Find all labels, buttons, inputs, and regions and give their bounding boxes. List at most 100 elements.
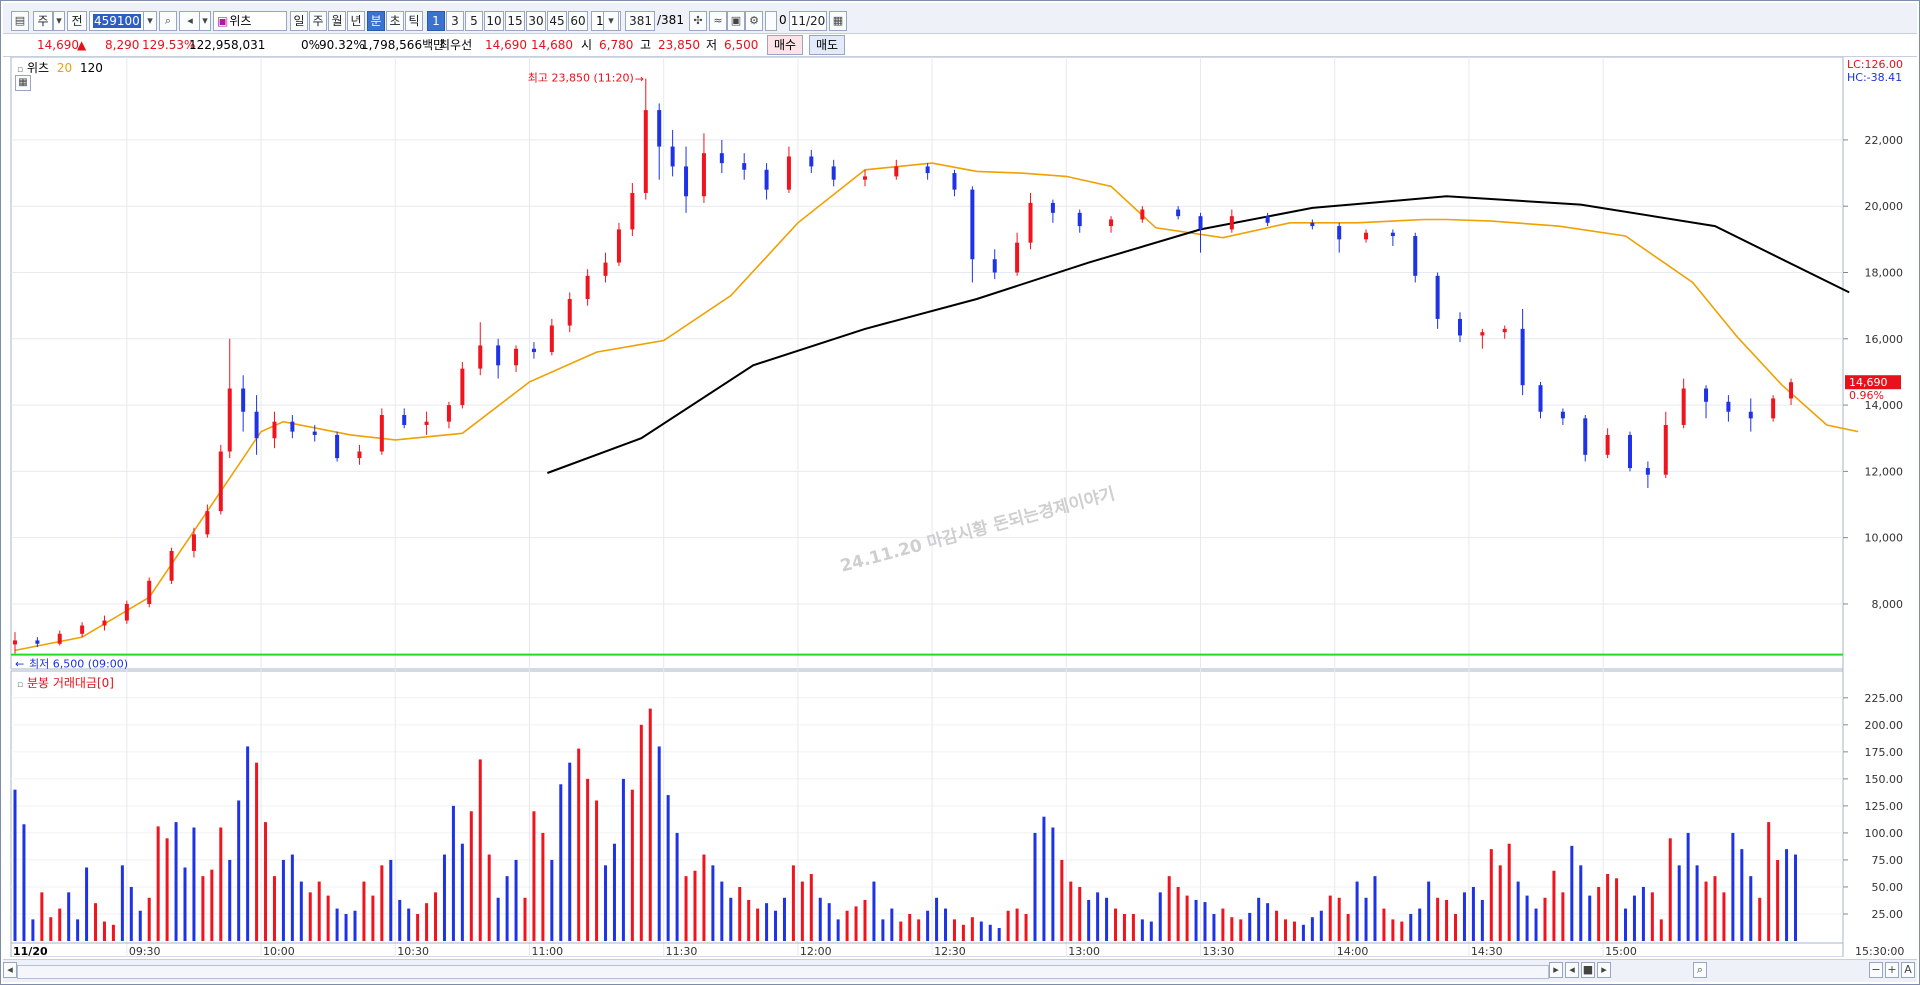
volume-bar: [1373, 876, 1377, 941]
stock-type-icon: ▣: [217, 14, 229, 28]
speaker-icon[interactable]: ◂: [179, 11, 201, 31]
volume-bar: [1543, 897, 1547, 941]
y-tick-label: 8,000: [1872, 598, 1904, 611]
volume-bar: [604, 865, 608, 941]
buy-button[interactable]: 매수: [767, 35, 804, 55]
candle-body: [1413, 236, 1418, 276]
volume-bar: [389, 859, 393, 941]
interval-15[interactable]: 15: [505, 11, 525, 31]
interval-1[interactable]: 1: [427, 11, 445, 31]
candle-body: [1538, 385, 1543, 412]
chevron-down-icon[interactable]: ▾: [143, 11, 157, 31]
candle-body: [1663, 424, 1668, 475]
candle-body: [147, 580, 152, 604]
candle-body: [831, 166, 836, 180]
all-button[interactable]: 전: [67, 11, 87, 31]
count-total: /381: [657, 13, 684, 27]
volume-bar: [1176, 886, 1180, 941]
lc-label: LC:126.00: [1847, 58, 1904, 71]
volume-bar: [299, 881, 303, 941]
chevron-down-icon[interactable]: ▾: [603, 11, 619, 31]
zoom-out-icon[interactable]: −: [1869, 962, 1883, 978]
volume-y-tick-label: 100.00: [1865, 827, 1904, 840]
volume-bar: [1087, 899, 1091, 941]
save-icon[interactable]: ▣: [727, 11, 745, 31]
volume-bar: [1051, 827, 1055, 941]
volume-bar: [1078, 886, 1082, 941]
volume-y-tick-label: 175.00: [1865, 746, 1904, 759]
checkbox[interactable]: [765, 11, 777, 31]
period-second[interactable]: 초: [386, 11, 404, 31]
scroll-left-icon[interactable]: ◂: [3, 962, 17, 978]
volume-bar: [872, 881, 876, 941]
gear-icon[interactable]: ⚙: [745, 11, 763, 31]
compare-icon[interactable]: ≈: [709, 11, 727, 31]
period-tick[interactable]: 틱: [405, 11, 423, 31]
volume-bar: [997, 928, 1001, 941]
volume-bar: [586, 778, 590, 941]
legend-ma120: 120: [79, 61, 103, 75]
layout-icon[interactable]: ▤: [11, 11, 29, 31]
horizontal-scrollbar[interactable]: [17, 965, 1549, 979]
toolbar: ▤ 주 ▾ 전 459100 ▾ ⌕ ◂ ▾ ▣위츠 일 주 월 년 분 초 틱…: [3, 3, 1917, 34]
volume-bar: [94, 903, 98, 941]
volume-bar: [1122, 913, 1126, 941]
interval-30[interactable]: 30: [526, 11, 546, 31]
stop-icon[interactable]: ■: [1581, 962, 1595, 978]
zoom-icon[interactable]: ⌕: [1693, 962, 1707, 978]
crosshair-icon[interactable]: ✣: [689, 11, 707, 31]
forward-icon[interactable]: ▸: [1597, 962, 1611, 978]
period-minute[interactable]: 분: [367, 11, 385, 31]
period-week[interactable]: 주: [309, 11, 327, 31]
volume-bar: [1221, 908, 1225, 941]
grid-icon[interactable]: ▦: [15, 75, 31, 91]
volume-bar: [425, 903, 429, 941]
x-tick-label: 10:30: [397, 945, 429, 957]
volume-bar: [469, 811, 473, 941]
period-month[interactable]: 월: [328, 11, 346, 31]
y-tick-label: 20,000: [1865, 200, 1904, 213]
volume-bar: [120, 865, 124, 941]
chevron-down-icon[interactable]: ▾: [199, 11, 211, 31]
play-icon[interactable]: ▸: [1549, 962, 1563, 978]
interval-45[interactable]: 45: [547, 11, 567, 31]
candle-body: [241, 388, 246, 412]
volume-bar: [1292, 921, 1296, 941]
volume-bar: [228, 859, 232, 941]
volume-bar: [1436, 897, 1440, 941]
volume-bar: [219, 827, 223, 941]
candle-body: [862, 176, 867, 180]
candle-body: [80, 625, 85, 634]
market-button[interactable]: 주: [33, 11, 53, 31]
volume-bar: [845, 910, 849, 941]
count-input[interactable]: 381: [625, 11, 655, 31]
rewind-icon[interactable]: ◂: [1565, 962, 1579, 978]
quote-bar: 14,690 ▲ 8,290 129.53% 122,958,031 0% 90…: [3, 34, 1917, 57]
zoom-in-icon[interactable]: +: [1885, 962, 1899, 978]
candle-body: [191, 534, 196, 551]
interval-60[interactable]: 60: [568, 11, 588, 31]
stock-code-input[interactable]: 459100: [89, 11, 145, 31]
date-input[interactable]: 11/20: [789, 11, 827, 31]
interval-10[interactable]: 10: [484, 11, 504, 31]
candle-body: [35, 640, 40, 644]
interval-3[interactable]: 3: [446, 11, 464, 31]
interval-5[interactable]: 5: [465, 11, 483, 31]
search-icon[interactable]: ⌕: [159, 11, 177, 31]
volume-y-tick-label: 150.00: [1865, 773, 1904, 786]
volume-y-tick-label: 50.00: [1872, 881, 1904, 894]
volume-bar: [1230, 917, 1234, 941]
high-label: 고: [640, 38, 652, 52]
volume-bar: [416, 913, 420, 941]
volume-bar: [1006, 910, 1010, 941]
calendar-icon[interactable]: ▦: [829, 11, 847, 31]
period-day[interactable]: 일: [290, 11, 308, 31]
volume-bar: [460, 843, 464, 941]
period-year[interactable]: 년: [347, 11, 365, 31]
volume-bar: [147, 897, 151, 941]
volume-bar: [1391, 919, 1395, 941]
sell-button[interactable]: 매도: [809, 35, 846, 55]
volume-bar: [308, 892, 312, 941]
text-size-icon[interactable]: A: [1901, 962, 1915, 978]
chevron-down-icon[interactable]: ▾: [53, 11, 65, 31]
